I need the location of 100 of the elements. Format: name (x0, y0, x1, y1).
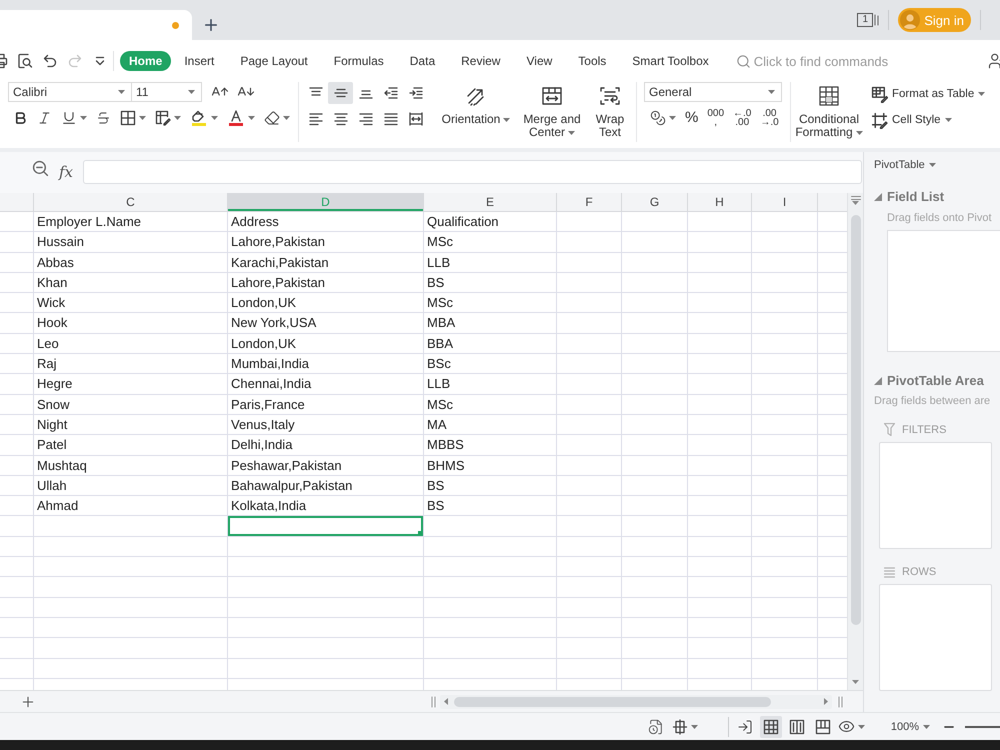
avatar-icon (900, 10, 920, 30)
column-header[interactable]: E (424, 193, 557, 211)
italic-icon[interactable] (37, 110, 52, 126)
zoom-level-dropdown[interactable]: 100% (890, 720, 930, 732)
wrap-button[interactable]: Wrap Text (591, 82, 629, 139)
ribbon-tab[interactable]: Insert (171, 51, 228, 71)
section-heading: Field List (887, 189, 944, 204)
remove-decimal-button[interactable]: .00 →.0 (760, 109, 779, 127)
normal-view-button[interactable] (760, 716, 782, 738)
table-brush-icon (871, 86, 888, 102)
function-button[interactable]: fx (59, 160, 74, 184)
column-header[interactable]: F (557, 193, 622, 211)
cell-style-button[interactable]: Cell Style (871, 111, 986, 129)
caret-icon (283, 116, 290, 120)
table-cell: MBBS (424, 435, 557, 455)
merge-button[interactable]: Merge and Center (517, 82, 587, 139)
print-preview-icon[interactable] (17, 53, 33, 69)
borders-dropdown[interactable] (120, 110, 146, 126)
caret-icon (923, 724, 930, 728)
scrollbar-thumb[interactable] (454, 696, 771, 706)
table-cell: Patel (34, 435, 228, 455)
font-name-select[interactable]: Calibri (8, 82, 132, 102)
distribute-icon[interactable] (408, 111, 424, 127)
ribbon-tab[interactable]: Page Layout (227, 51, 321, 71)
fill-handle[interactable] (418, 530, 423, 536)
button-label: Format as Table (892, 88, 974, 100)
expand-triangle-icon[interactable] (874, 376, 882, 384)
table-cell: BHMS (424, 456, 557, 475)
decrease-indent-icon[interactable] (382, 85, 398, 101)
format-dropdown[interactable] (155, 110, 181, 126)
expand-triangle-icon[interactable] (874, 192, 882, 200)
funnel-icon (884, 423, 895, 436)
horizontal-scrollbar[interactable] (440, 694, 832, 708)
command-search-field[interactable]: Click to find commands (754, 54, 904, 68)
split-handle-icon (850, 195, 860, 201)
justify-icon[interactable] (382, 111, 398, 127)
pivot-table-menu[interactable]: PivotTable (874, 158, 1000, 172)
text-color-icon (227, 109, 245, 127)
zoom-icon[interactable] (32, 160, 49, 177)
thousands-button[interactable]: 000 , (707, 109, 724, 127)
increase-indent-icon[interactable] (408, 85, 424, 101)
page-clock-icon[interactable] (648, 718, 664, 734)
borders-icon (120, 110, 136, 126)
caret-icon (858, 724, 865, 728)
bars-icon (874, 14, 880, 26)
paint-bucket-icon (190, 109, 208, 127)
align-left-icon[interactable] (308, 111, 324, 127)
bold-icon[interactable] (13, 110, 28, 126)
split-handle-icon[interactable] (431, 696, 436, 708)
ribbon-tab[interactable]: Data (396, 51, 448, 71)
orientation-button[interactable]: Orientation (439, 82, 513, 126)
add-decimal-button[interactable]: ←.0 .00 (733, 109, 752, 127)
table-cell: Ahmad (34, 496, 228, 516)
percent-button[interactable]: % (685, 110, 698, 126)
right-arrow-icon (824, 698, 828, 705)
ribbon-tab[interactable]: Smart Toolbox (619, 51, 722, 71)
conditional-formatting-button[interactable]: Conditional Formatting (793, 82, 865, 139)
formula-input[interactable] (83, 160, 862, 184)
table-cell: Peshawar,Pakistan (228, 456, 424, 475)
field-list-box[interactable] (887, 230, 1000, 352)
cell-mode-dropdown[interactable] (672, 718, 698, 734)
table-cell: Raj (34, 354, 228, 374)
strikethrough-icon[interactable] (96, 110, 111, 126)
split-handle-icon[interactable] (838, 696, 843, 708)
caret-icon (852, 201, 859, 205)
format-cells-icon (155, 110, 171, 126)
table-style-button[interactable]: Format as Table (871, 85, 986, 103)
column-header[interactable]: H (688, 193, 752, 211)
column-header[interactable]: G (622, 193, 688, 211)
vertical-scrollbar[interactable] (847, 193, 863, 690)
coin-stack-icon (650, 110, 666, 126)
caret-icon (139, 116, 146, 120)
zone-label: ROWS (902, 566, 936, 578)
plus-icon[interactable] (202, 16, 220, 34)
table-cell: MBA (424, 313, 557, 333)
ribbon-tab[interactable]: Review (448, 51, 514, 71)
cell-brush-icon (871, 112, 888, 128)
ribbon-tab[interactable]: Tools (565, 51, 620, 71)
undo-icon[interactable] (42, 53, 58, 69)
align-right-icon[interactable] (358, 111, 374, 127)
eye-protection-dropdown[interactable] (838, 718, 865, 735)
grid-icon (762, 718, 779, 734)
column-header[interactable]: I (752, 193, 818, 211)
fill-color-dropdown[interactable] (190, 109, 218, 127)
scrollbar-thumb[interactable] (850, 215, 860, 625)
underline-dropdown[interactable] (61, 110, 87, 126)
align-center-icon[interactable] (332, 111, 348, 127)
ribbon-tab[interactable]: Formulas (320, 51, 397, 71)
ribbon-tab[interactable]: View (513, 51, 566, 71)
font-size-select[interactable]: 11 (132, 82, 202, 102)
number-format-select[interactable]: General (644, 82, 782, 102)
table-grid-icon (817, 84, 841, 108)
middle-align-button[interactable] (328, 82, 353, 104)
active-cell[interactable] (228, 516, 424, 536)
font-color-dropdown[interactable] (227, 109, 255, 127)
table-cell: Karachi,Pakistan (228, 252, 424, 272)
accounting-dropdown[interactable] (650, 110, 676, 126)
underline-icon (61, 110, 77, 126)
clear-dropdown[interactable] (264, 110, 290, 126)
columns-icon (788, 718, 805, 734)
